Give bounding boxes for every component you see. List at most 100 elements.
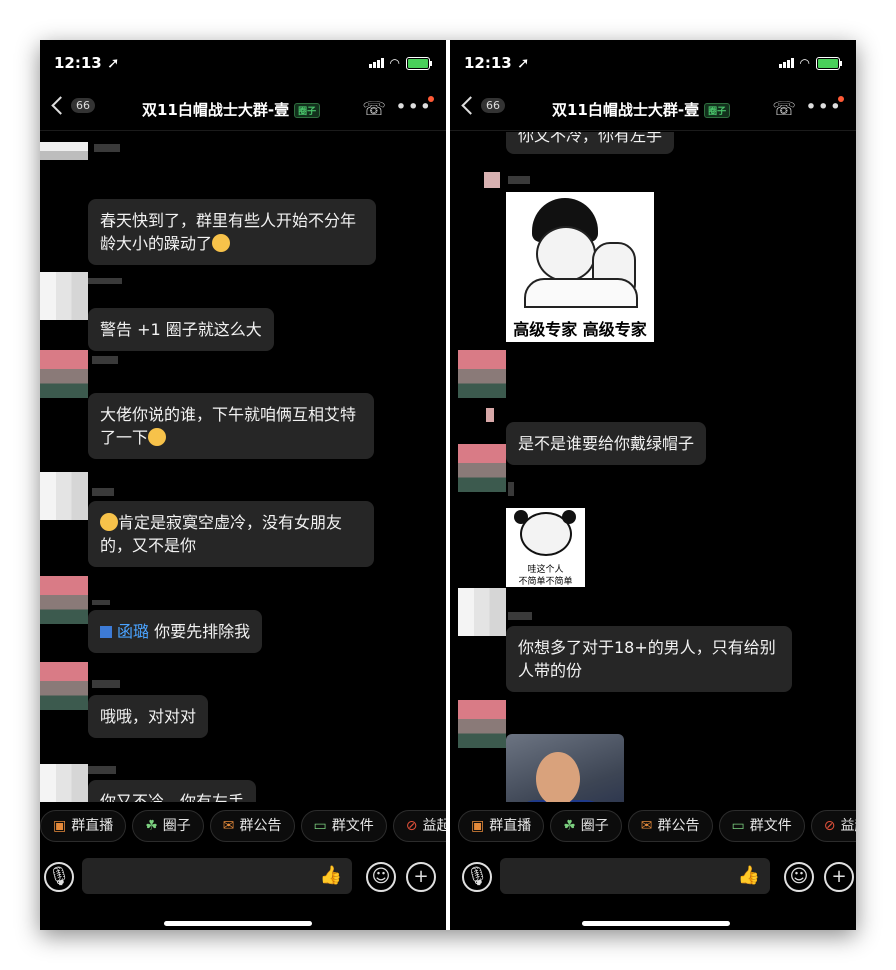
- sticker-body: [524, 278, 638, 308]
- emoji-icon[interactable]: ☺: [366, 862, 396, 892]
- avatar[interactable]: [458, 350, 506, 398]
- tv-icon: ▣: [53, 818, 67, 834]
- avatar[interactable]: [40, 142, 88, 160]
- back-button[interactable]: 66: [460, 96, 505, 115]
- tool-live[interactable]: ▣ 群直播: [40, 810, 127, 842]
- group-title[interactable]: 双11白帽战士大群-壹 圈子: [552, 99, 731, 120]
- message-text: 你要先排除我: [149, 622, 251, 641]
- message-input[interactable]: 👍: [82, 858, 352, 894]
- panda-ear-left: [514, 510, 528, 524]
- tool-label: 圈子: [580, 818, 609, 834]
- message-bubble[interactable]: 大佬你说的谁，下午就咱俩互相艾特了一下: [88, 393, 374, 459]
- message-text: 是不是谁要给你戴绿帽子: [518, 434, 695, 453]
- status-bar: 12:13 ➚ ◠: [450, 40, 856, 84]
- tool-circle[interactable]: ☘ 圈子: [550, 810, 622, 842]
- message-bubble[interactable]: 警告 +1 圈子就这么大: [88, 308, 274, 351]
- more-icon[interactable]: •••: [805, 96, 844, 118]
- message-list[interactable]: 你又不冷，你有左手 高级专家 高级专家 是不是谁要给你戴绿帽子 哇这个人 不简单…: [450, 132, 856, 802]
- sticker-caption-line2: 不简单不简单: [518, 577, 573, 587]
- plus-icon[interactable]: +: [406, 862, 436, 892]
- tool-circle[interactable]: ☘ 圈子: [132, 810, 204, 842]
- message-bubble[interactable]: 你想多了对于18+的男人，只有给别人带的份: [506, 626, 792, 692]
- shocked-emoji-icon: [100, 513, 118, 531]
- avatar[interactable]: [40, 472, 88, 520]
- group-call-icon[interactable]: ☏: [772, 98, 796, 120]
- message-bubble[interactable]: 哦哦，对对对: [88, 695, 209, 738]
- nickname: [94, 144, 120, 152]
- status-icons: ◠: [778, 56, 842, 70]
- message-input[interactable]: 👍: [500, 858, 770, 894]
- avatar[interactable]: [458, 444, 506, 492]
- status-time: 12:13 ➚: [464, 54, 530, 72]
- group-title[interactable]: 双11白帽战士大群-壹 圈子: [142, 99, 321, 120]
- tool-label: 群文件: [331, 818, 374, 834]
- back-button[interactable]: 66: [50, 96, 95, 115]
- cat-emoji-icon: [212, 234, 231, 252]
- tool-label: 群直播: [71, 818, 114, 834]
- plus-icon[interactable]: +: [824, 862, 854, 892]
- thumbs-up-icon[interactable]: 👍: [738, 865, 760, 886]
- avatar[interactable]: [40, 662, 88, 710]
- message-bubble[interactable]: 是不是谁要给你戴绿帽子: [506, 422, 707, 465]
- nickname: [92, 600, 110, 605]
- group-call-icon[interactable]: ☏: [362, 98, 386, 120]
- message-text: 大佬你说的谁，下午就咱俩互相艾特了一下: [100, 405, 357, 447]
- avatar[interactable]: [40, 272, 88, 320]
- sticker-face: [536, 226, 596, 282]
- mention-link[interactable]: 函璐: [100, 622, 149, 641]
- header-divider: [40, 130, 446, 131]
- message-bubble[interactable]: 函璐 你要先排除我: [88, 610, 263, 653]
- avatar[interactable]: [40, 576, 88, 624]
- thumbs-up-icon[interactable]: 👍: [320, 865, 342, 886]
- wifi-icon: ◠: [389, 56, 400, 70]
- tool-files[interactable]: ▭ 群文件: [718, 810, 805, 842]
- nickname: [508, 482, 514, 496]
- folder-icon: ▭: [731, 818, 745, 834]
- avatar[interactable]: [40, 350, 88, 398]
- quick-tools-bar[interactable]: ▣群直播☘圈子✉群公告▭群文件⊘益起: [458, 810, 856, 844]
- status-bar: 12:13 ➚ ◠: [40, 40, 446, 84]
- tool-label: 群直播: [489, 818, 532, 834]
- nickname: [92, 680, 120, 688]
- nickname: [92, 356, 118, 364]
- signal-icon: [368, 58, 384, 68]
- circle-icon: ☘: [563, 818, 576, 834]
- voice-icon[interactable]: 🎙: [462, 862, 492, 892]
- tool-label: 益起: [840, 818, 857, 834]
- tool-live[interactable]: ▣ 群直播: [458, 810, 545, 842]
- tool-announcement[interactable]: ✉ 群公告: [627, 810, 713, 842]
- left-phone-screen: 12:13 ➚ ◠ 66 双11白帽战士大群-壹 圈子 ☏ ••• 春天快到了，群…: [40, 40, 446, 930]
- message-text: 哦哦，对对对: [100, 707, 197, 726]
- avatar[interactable]: [458, 588, 506, 636]
- tool-announcement[interactable]: ✉ 群公告: [209, 810, 295, 842]
- message-bubble[interactable]: 你又不冷，你有左手: [506, 132, 675, 154]
- message-text: 你又不冷，你有左手: [100, 792, 245, 802]
- message-list[interactable]: 春天快到了，群里有些人开始不分年龄大小的躁动了 警告 +1 圈子就这么大 大佬你…: [40, 132, 446, 802]
- message-bubble[interactable]: 春天快到了，群里有些人开始不分年龄大小的躁动了: [88, 199, 376, 265]
- message-text: 警告 +1 圈子就这么大: [100, 320, 262, 339]
- emoji-icon[interactable]: ☺: [784, 862, 814, 892]
- chat-header: 66 双11白帽战士大群-壹 圈子 ☏ •••: [450, 92, 856, 130]
- nickname: [88, 766, 116, 774]
- sticker-panda[interactable]: 哇这个人 不简单不简单: [506, 508, 585, 587]
- image-message[interactable]: bum: [506, 734, 624, 802]
- voice-icon[interactable]: 🎙: [44, 862, 74, 892]
- sticker-expert[interactable]: 高级专家 高级专家: [506, 192, 654, 342]
- message-bubble[interactable]: 肯定是寂寞空虚冷，没有女朋友的，又不是你: [88, 501, 374, 567]
- battery-icon: [816, 56, 842, 70]
- sticker-caption: 高级专家 高级专家: [513, 320, 647, 339]
- tool-label: 群公告: [239, 818, 282, 834]
- message-bubble[interactable]: 你又不冷，你有左手: [88, 780, 257, 802]
- tool-label: 群公告: [657, 818, 700, 834]
- nickname: [92, 488, 114, 496]
- tool-charity[interactable]: ⊘益起: [810, 810, 857, 842]
- quick-tools-bar[interactable]: ▣群直播☘圈子✉群公告▭群文件⊘益起: [40, 810, 446, 844]
- avatar[interactable]: [40, 764, 88, 802]
- header-divider: [450, 130, 856, 131]
- tool-files[interactable]: ▭ 群文件: [300, 810, 387, 842]
- tool-charity[interactable]: ⊘益起: [392, 810, 446, 842]
- panda-ear-right: [562, 510, 576, 524]
- status-time: 12:13 ➚: [54, 54, 120, 72]
- avatar[interactable]: [458, 700, 506, 748]
- more-icon[interactable]: •••: [395, 96, 434, 118]
